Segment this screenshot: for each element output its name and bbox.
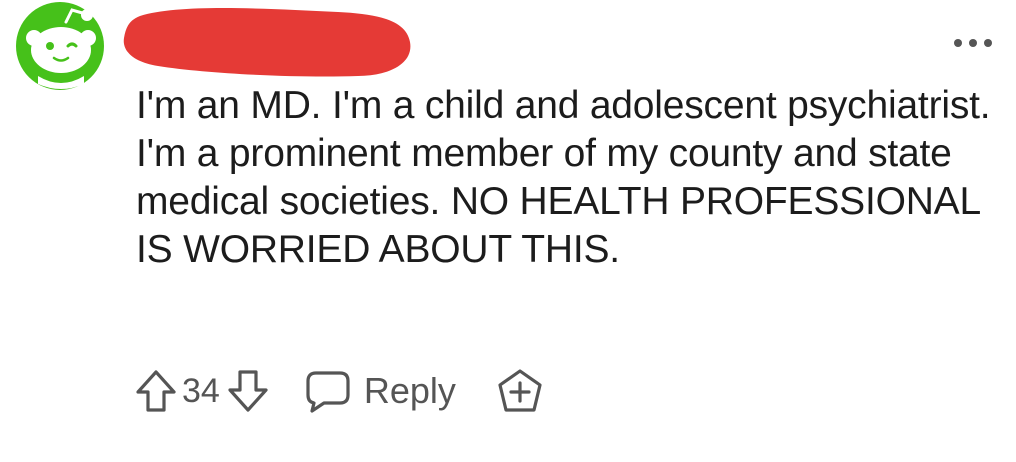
reply-label: Reply: [363, 370, 456, 411]
vote-count: 34: [182, 371, 220, 410]
upvote-arrow-icon: [136, 370, 176, 412]
reply-button[interactable]: Reply: [304, 369, 456, 413]
downvote-arrow-icon: [228, 370, 268, 412]
upvote-button[interactable]: [134, 368, 178, 414]
award-plus-icon: [498, 369, 542, 412]
downvote-button[interactable]: [226, 368, 270, 414]
reddit-snoo-avatar-icon: [16, 2, 104, 90]
user-avatar[interactable]: [14, 0, 106, 92]
speech-bubble-icon: [306, 371, 350, 413]
more-options-icon: [954, 39, 992, 47]
username-redaction: [118, 2, 416, 82]
comment-action-bar: 34 Reply: [134, 364, 544, 418]
award-button[interactable]: [496, 368, 544, 414]
more-options-button[interactable]: [948, 28, 998, 58]
comment-body: I'm an MD. I'm a child and adolescent ps…: [136, 84, 991, 271]
